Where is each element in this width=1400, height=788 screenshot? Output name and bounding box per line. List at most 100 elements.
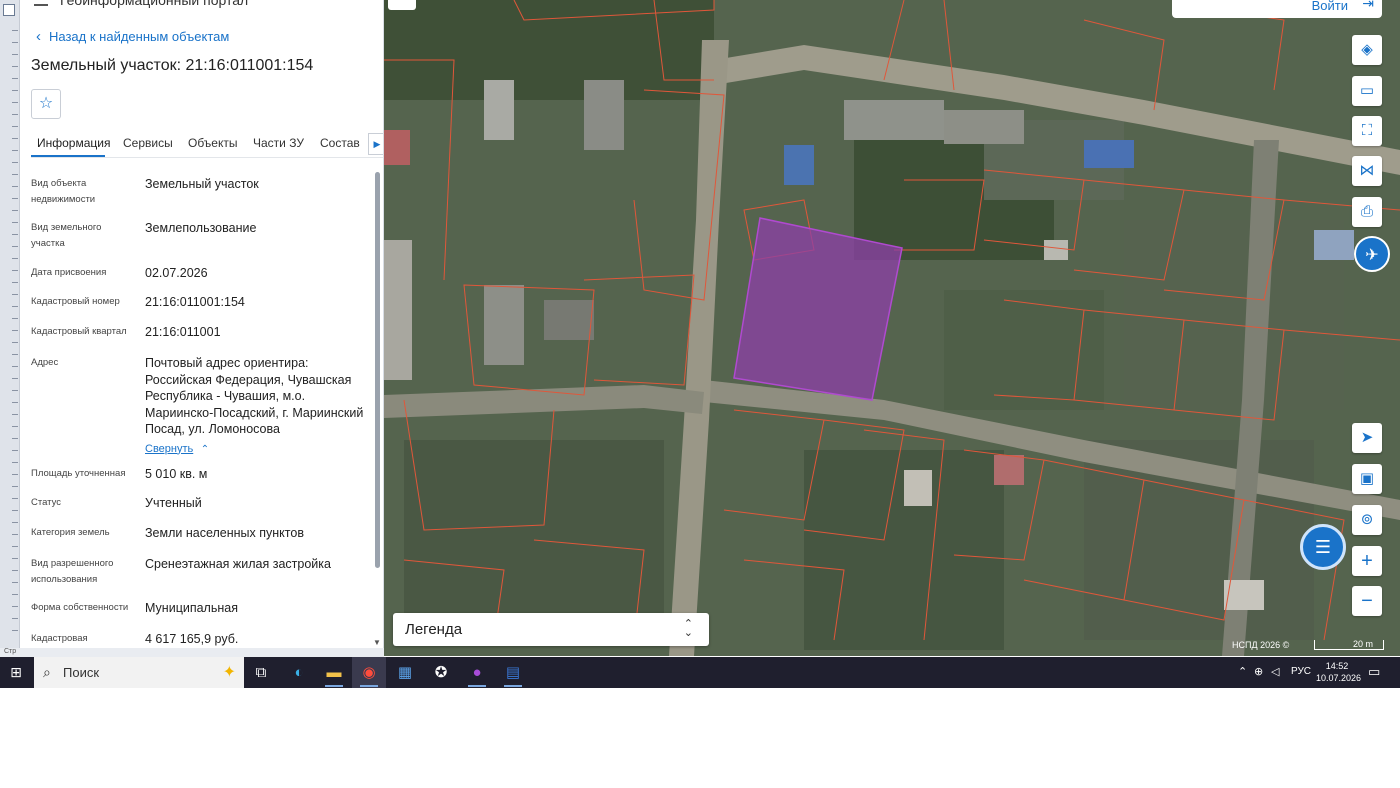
ruler-tick bbox=[12, 390, 18, 391]
portal-title: Геоинформационный портал bbox=[60, 0, 249, 8]
ruler-tick bbox=[12, 138, 18, 139]
ruler-tick bbox=[12, 174, 18, 175]
attribute-value: Учтенный bbox=[145, 496, 202, 510]
share-button[interactable]: ⋈ bbox=[1352, 156, 1382, 186]
ruler-tick bbox=[12, 330, 18, 331]
ruler-tick bbox=[12, 282, 18, 283]
login-icon[interactable]: ⇥ bbox=[1362, 0, 1374, 12]
tab-parts[interactable]: Части ЗУ bbox=[253, 136, 304, 150]
ruler-tick bbox=[12, 102, 18, 103]
geolocation-button[interactable]: ➤ bbox=[1352, 423, 1382, 453]
attribute-value: 21:16:011001:154 bbox=[145, 295, 245, 309]
ruler-tick bbox=[12, 486, 18, 487]
tab-services[interactable]: Сервисы bbox=[123, 136, 173, 150]
attribute-label: Категория земель bbox=[31, 527, 110, 538]
panel-scrollbar[interactable] bbox=[375, 172, 380, 568]
clock[interactable]: 14:52 10.07.2026 bbox=[1316, 660, 1362, 684]
map-scale: 20 m bbox=[1314, 640, 1384, 650]
tab-composition[interactable]: Состав bbox=[320, 136, 360, 150]
map-view[interactable]: Войти ⇥ ◈ ▭ ⛶ ⋈ ⎙ ✈ ➤ ▣ ⊚ + − ☰ Легенда … bbox=[384, 0, 1400, 656]
ruler-tick bbox=[12, 522, 18, 523]
language-indicator[interactable]: РУС bbox=[1291, 666, 1311, 677]
attribute-label: Вид земельного участка bbox=[31, 222, 102, 249]
attribute-label: Адрес bbox=[31, 357, 59, 368]
ruler-button[interactable]: ▭ bbox=[1352, 76, 1382, 106]
collapse-panel-button[interactable] bbox=[388, 0, 416, 10]
info-panel: Геоинформационный портал ‹ Назад к найден… bbox=[20, 0, 384, 648]
search-icon: ⌕ bbox=[43, 664, 51, 680]
ruler-tick bbox=[12, 114, 18, 115]
rosreestr-button[interactable]: ✈ bbox=[1354, 236, 1390, 272]
tray-overflow-icon[interactable]: ⌃ bbox=[1238, 665, 1247, 678]
login-button-label[interactable]: Войти bbox=[1312, 0, 1348, 13]
tabs-scroll-right-button[interactable]: ▶ bbox=[368, 133, 383, 155]
game-app[interactable]: ✪ bbox=[424, 657, 458, 688]
attribute-label: Кадастровый квартал bbox=[31, 326, 127, 337]
start-button[interactable]: ⊞ bbox=[0, 657, 32, 688]
hamburger-menu-icon[interactable] bbox=[34, 0, 48, 7]
ruler-tick bbox=[12, 402, 18, 403]
game-icon: ✪ bbox=[434, 664, 448, 681]
messenger-app[interactable]: ● bbox=[460, 657, 494, 688]
scroll-down-arrow-icon[interactable]: ▼ bbox=[373, 638, 381, 647]
ruler-tick bbox=[12, 198, 18, 199]
ruler-tick bbox=[12, 30, 18, 31]
task-view-icon: ⧉ bbox=[255, 664, 267, 681]
taskbar: ⊞ ⌕ Поиск ✦ ⧉ ◐ ▬ ◉ ▦ ✪ ● ▤ ⌃ ⊕ ◁ РУС 14… bbox=[0, 657, 1400, 688]
ruler-tick bbox=[12, 498, 18, 499]
area-select-button[interactable]: ⛶ bbox=[1352, 116, 1382, 146]
ruler-corner-icon[interactable] bbox=[3, 4, 15, 16]
clock-date: 10.07.2026 bbox=[1316, 673, 1362, 683]
back-link-label: Назад к найденным объектам bbox=[49, 29, 230, 44]
ruler-tick bbox=[12, 630, 18, 631]
word-app[interactable]: ▤ bbox=[496, 657, 530, 688]
attribute-value: Почтовый адрес ориентира: Российская Фед… bbox=[145, 355, 365, 458]
edge-icon: ◐ bbox=[294, 664, 304, 681]
taskbar-search[interactable]: ⌕ Поиск ✦ bbox=[34, 657, 244, 688]
minimap-button[interactable]: ▣ bbox=[1352, 464, 1382, 494]
legend-dropdown[interactable]: Легенда ⌃ ⌄ bbox=[393, 613, 709, 646]
zoom-in-button[interactable]: + bbox=[1352, 546, 1382, 576]
network-icon[interactable]: ⊕ bbox=[1254, 665, 1263, 678]
minimap-icon: ▣ bbox=[1359, 470, 1375, 487]
yandex-browser-app[interactable]: ◉ bbox=[352, 657, 386, 688]
zoom-out-button[interactable]: − bbox=[1352, 586, 1382, 616]
ruler-tick bbox=[12, 414, 18, 415]
attribute-value: Сренеэтажная жилая застройка bbox=[145, 557, 331, 571]
volume-icon[interactable]: ◁ bbox=[1271, 665, 1279, 678]
active-tab-indicator bbox=[31, 155, 105, 157]
tab-info[interactable]: Информация bbox=[37, 136, 110, 150]
task-view-button[interactable]: ⧉ bbox=[244, 657, 278, 688]
legend-label: Легенда bbox=[405, 621, 463, 638]
attribute-value: 02.07.2026 bbox=[145, 266, 208, 280]
attribute-label: Вид объекта недвижимости bbox=[31, 178, 96, 205]
ruler-tick bbox=[12, 570, 18, 571]
folder-icon: ▬ bbox=[326, 664, 342, 681]
print-button[interactable]: ⎙ bbox=[1352, 197, 1382, 227]
ruler-tick bbox=[12, 222, 18, 223]
ruler-tick bbox=[12, 66, 18, 67]
ruler-tick bbox=[12, 78, 18, 79]
ruler-tick bbox=[12, 378, 18, 379]
map-attribution: НСПД 2026 © bbox=[1232, 640, 1290, 650]
back-to-results-link[interactable]: ‹ Назад к найденным объектам bbox=[36, 28, 229, 45]
store-app[interactable]: ▦ bbox=[388, 657, 422, 688]
clock-time: 14:52 bbox=[1325, 661, 1349, 671]
notification-icon[interactable]: ▭ bbox=[1368, 664, 1380, 680]
ruler-tick bbox=[12, 270, 18, 271]
layers-icon: ◈ bbox=[1361, 41, 1373, 58]
selected-parcel-highlight[interactable] bbox=[733, 217, 903, 401]
ruler-tick bbox=[12, 318, 18, 319]
favorite-button[interactable]: ☆ bbox=[31, 89, 61, 119]
ruler-tick bbox=[12, 354, 18, 355]
layers-button[interactable]: ◈ bbox=[1352, 35, 1382, 65]
explorer-app[interactable]: ▬ bbox=[317, 657, 351, 688]
area-select-icon: ⛶ bbox=[1361, 122, 1373, 139]
location-search-button[interactable]: ⊚ bbox=[1352, 505, 1382, 535]
ruler-tick bbox=[12, 42, 18, 43]
tab-objects[interactable]: Объекты bbox=[188, 136, 238, 150]
edge-app[interactable]: ◐ bbox=[282, 657, 316, 688]
chat-button[interactable]: ☰ bbox=[1300, 524, 1346, 570]
collapse-address-link[interactable]: Свернуть ⌃ bbox=[145, 440, 365, 459]
plus-icon: + bbox=[1361, 550, 1373, 572]
